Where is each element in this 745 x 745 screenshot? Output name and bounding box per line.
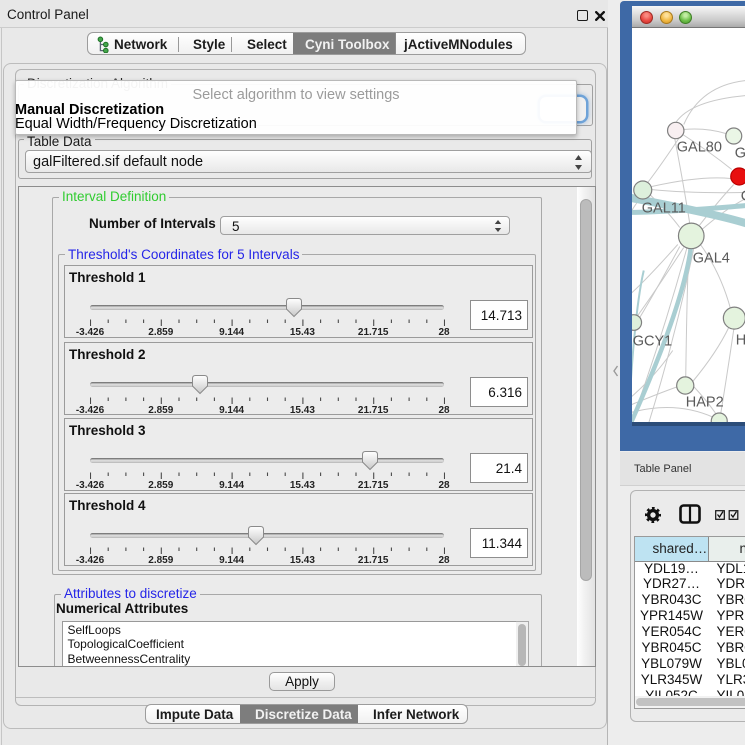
svg-text:C: C xyxy=(740,188,745,204)
svg-text:HAP2: HAP2 xyxy=(685,394,723,410)
svg-text:GAL4: GAL4 xyxy=(692,250,729,266)
svg-text:GCY1: GCY1 xyxy=(632,333,672,349)
svg-text:H: H xyxy=(735,332,745,348)
svg-text:G.: G. xyxy=(734,145,745,161)
svg-text:GAL80: GAL80 xyxy=(676,139,721,155)
svg-text:GAL11: GAL11 xyxy=(641,200,685,216)
